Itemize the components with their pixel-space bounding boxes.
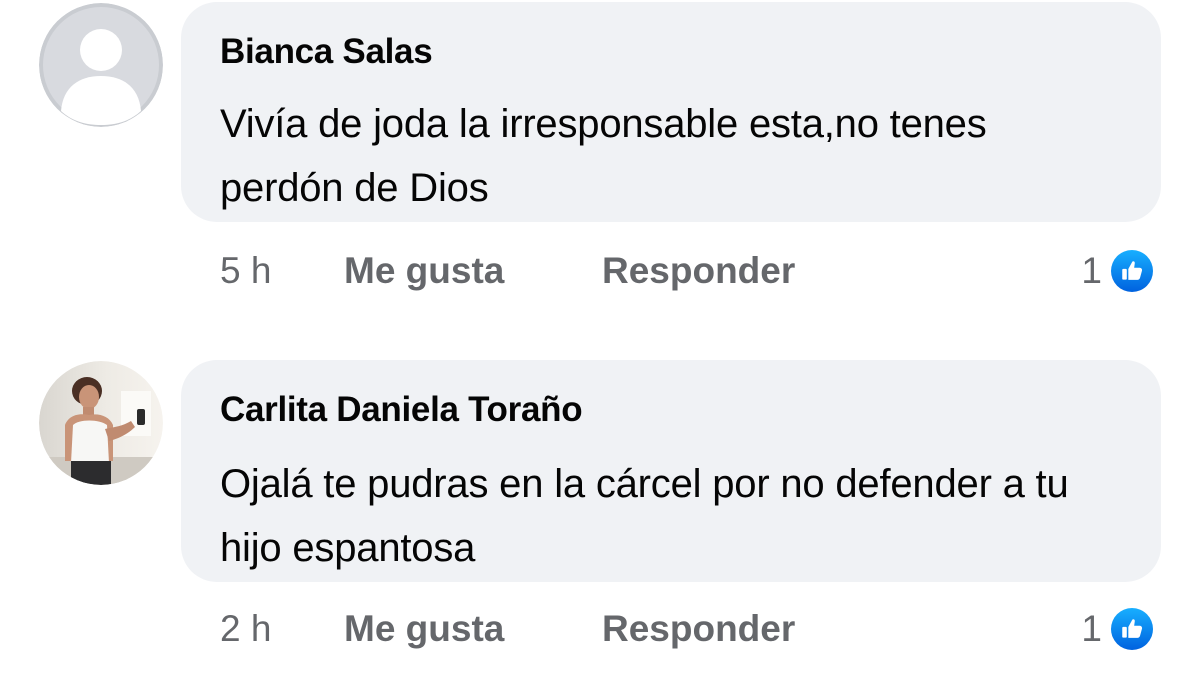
like-button[interactable]: Me gusta [344, 250, 602, 292]
reply-button[interactable]: Responder [602, 608, 795, 650]
avatar[interactable] [39, 361, 163, 485]
comment-text: Ojalá te pudras en la cárcel por no defe… [220, 462, 1069, 570]
like-button[interactable]: Me gusta [344, 608, 602, 650]
reaction-summary[interactable]: 1 [1081, 245, 1157, 297]
comment-timestamp[interactable]: 2 h [220, 608, 344, 650]
reply-button[interactable]: Responder [602, 250, 795, 292]
thumbs-up-icon [1107, 604, 1157, 654]
comments-panel: Bianca Salas Vivía de joda la irresponsa… [0, 0, 1200, 675]
reaction-summary[interactable]: 1 [1081, 603, 1157, 655]
reaction-count: 1 [1081, 250, 1102, 291]
comment-author[interactable]: Bianca Salas [220, 30, 1123, 74]
profile-photo [39, 361, 163, 485]
comment-timestamp[interactable]: 5 h [220, 250, 344, 292]
avatar[interactable] [39, 3, 163, 127]
comment-bubble: Carlita Daniela Toraño Ojalá te pudras e… [181, 360, 1161, 582]
thumbs-up-icon [1107, 246, 1157, 296]
comment-text: Vivía de joda la irresponsable esta,no t… [220, 102, 987, 210]
comment-bubble: Bianca Salas Vivía de joda la irresponsa… [181, 2, 1161, 222]
comment-actions: 5 h Me gusta Responder [220, 246, 795, 296]
reaction-count: 1 [1081, 608, 1102, 649]
comment-author[interactable]: Carlita Daniela Toraño [220, 388, 1123, 432]
comment-actions: 2 h Me gusta Responder [220, 604, 795, 654]
default-avatar-icon [39, 3, 163, 127]
